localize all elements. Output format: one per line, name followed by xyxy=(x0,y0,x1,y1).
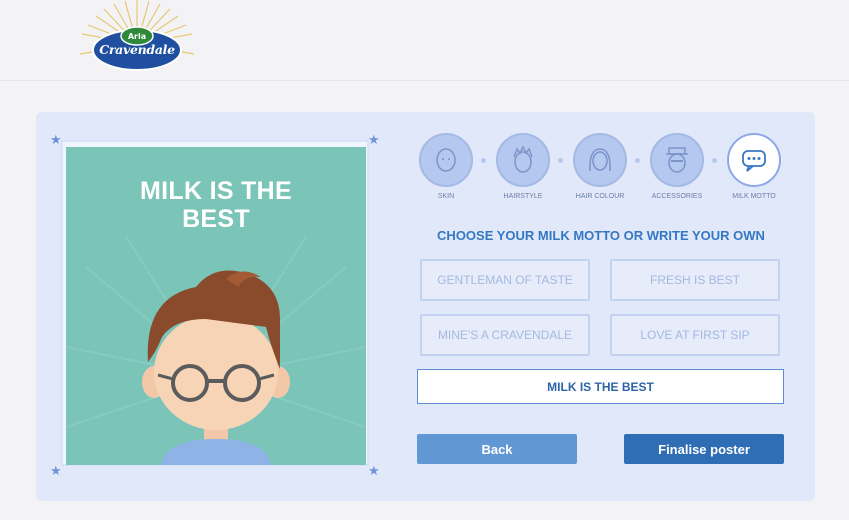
star-icon: ★ xyxy=(368,464,380,479)
motto-option[interactable]: GENTLEMAN OF TASTE xyxy=(420,259,590,301)
step-label: HAIRSTYLE xyxy=(503,193,543,200)
speech-bubble-icon xyxy=(727,133,781,187)
motto-option[interactable]: LOVE AT FIRST SIP xyxy=(610,314,780,356)
motto-heading: CHOOSE YOUR MILK MOTTO OR WRITE YOUR OWN xyxy=(437,228,765,243)
step-milk-motto[interactable]: MILK MOTTO xyxy=(722,133,786,200)
step-label: ACCESSORIES xyxy=(651,193,703,200)
step-hair-colour[interactable]: HAIR COLOUR xyxy=(568,133,632,200)
logo-parent-brand: Arla xyxy=(127,32,147,41)
poster-motto-text: MILK IS THE BEST xyxy=(140,177,292,233)
step-label: HAIR COLOUR xyxy=(575,193,625,200)
step-label: SKIN xyxy=(437,193,455,200)
star-icon: ★ xyxy=(50,464,62,479)
motto-option[interactable]: FRESH IS BEST xyxy=(610,259,780,301)
step-accessories[interactable]: ACCESSORIES xyxy=(645,133,709,200)
face-icon xyxy=(419,133,473,187)
step-hairstyle[interactable]: HAIRSTYLE xyxy=(491,133,555,200)
step-skin[interactable]: SKIN xyxy=(414,133,478,200)
logo-brand-name: Cravendale xyxy=(99,42,175,57)
star-icon: ★ xyxy=(50,133,62,148)
accessories-icon xyxy=(650,133,704,187)
star-icon: ★ xyxy=(368,133,380,148)
poster-preview: MILK IS THE BEST xyxy=(66,147,366,465)
motto-option[interactable]: MINE'S A CRAVENDALE xyxy=(420,314,590,356)
finalise-poster-button[interactable]: Finalise poster xyxy=(624,434,784,464)
hair-colour-icon xyxy=(573,133,627,187)
step-separator xyxy=(712,158,717,163)
hairstyle-icon xyxy=(496,133,550,187)
step-label: MILK MOTTO xyxy=(732,193,776,200)
step-separator xyxy=(635,158,640,163)
cravendale-logo[interactable]: Arla Cravendale xyxy=(72,0,202,84)
custom-motto-input[interactable]: MILK IS THE BEST xyxy=(417,369,784,404)
step-separator xyxy=(481,158,486,163)
step-navigation: SKIN HAIRSTYLE HAIR COLOUR ACCESSORIES M… xyxy=(414,133,790,208)
step-separator xyxy=(558,158,563,163)
back-button[interactable]: Back xyxy=(417,434,577,464)
